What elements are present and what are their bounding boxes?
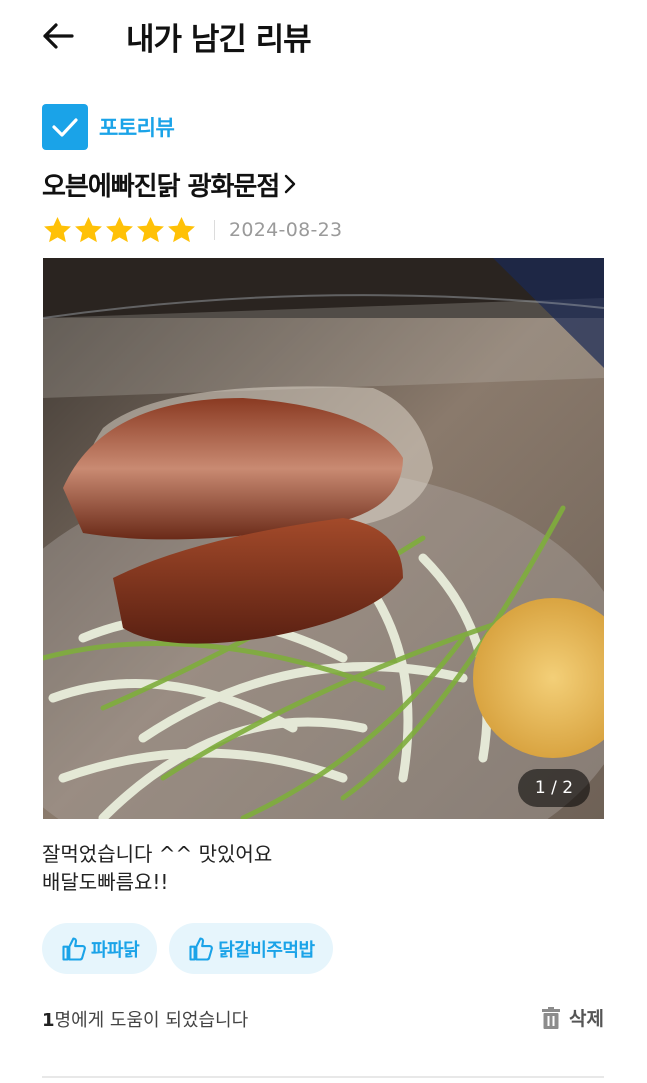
store-link[interactable]: 오븐에빠진닭 광화문점 bbox=[42, 164, 297, 204]
star-icon bbox=[137, 216, 164, 242]
delete-label: 삭제 bbox=[569, 1008, 604, 1030]
divider bbox=[214, 220, 215, 240]
bottom-divider bbox=[42, 1076, 604, 1078]
back-button[interactable] bbox=[40, 18, 76, 54]
chevron-right-icon bbox=[283, 173, 297, 195]
liked-menu-list: 파파닭 닭갈비주먹밥 bbox=[42, 923, 345, 974]
star-icon bbox=[168, 216, 195, 242]
review-photo[interactable]: 1 / 2 bbox=[43, 258, 604, 819]
thumbs-up-icon bbox=[62, 936, 86, 961]
food-photo bbox=[43, 258, 604, 819]
liked-menu-chip[interactable]: 닭갈비주먹밥 bbox=[169, 923, 333, 974]
check-icon bbox=[42, 104, 88, 150]
photo-review-badge: 포토리뷰 bbox=[42, 104, 175, 150]
liked-menu-chip[interactable]: 파파닭 bbox=[42, 923, 158, 974]
badge-label: 포토리뷰 bbox=[99, 116, 175, 140]
arrow-left-icon bbox=[43, 23, 74, 49]
star-icon bbox=[75, 216, 102, 242]
review-date: 2024-08-23 bbox=[229, 219, 343, 241]
review-text: 잘먹었습니다 ^^ 맛있어요 배달도빠름요!! bbox=[42, 842, 273, 894]
thumbs-up-icon bbox=[189, 936, 214, 961]
top-app-bar: 내가 남긴 리뷰 bbox=[0, 0, 647, 72]
star-rating bbox=[42, 215, 197, 246]
page-title: 내가 남긴 리뷰 bbox=[126, 22, 312, 58]
star-icon bbox=[106, 216, 133, 242]
helpful-suffix: 명에게 도움이 되었습니다 bbox=[54, 1010, 249, 1031]
delete-button[interactable]: 삭제 bbox=[541, 1004, 604, 1031]
trash-icon bbox=[542, 1006, 561, 1029]
liked-menu-label: 닭갈비주먹밥 bbox=[218, 939, 315, 961]
helpful-count-text: 1명에게 도움이 되었습니다 bbox=[42, 1006, 248, 1032]
store-name: 오븐에빠진닭 광화문점 bbox=[42, 171, 280, 202]
liked-menu-label: 파파닭 bbox=[91, 939, 140, 961]
rating-row: 2024-08-23 bbox=[42, 214, 342, 246]
star-icon bbox=[44, 216, 71, 242]
helpful-count: 1 bbox=[42, 1010, 55, 1031]
photo-counter: 1 / 2 bbox=[518, 769, 590, 807]
